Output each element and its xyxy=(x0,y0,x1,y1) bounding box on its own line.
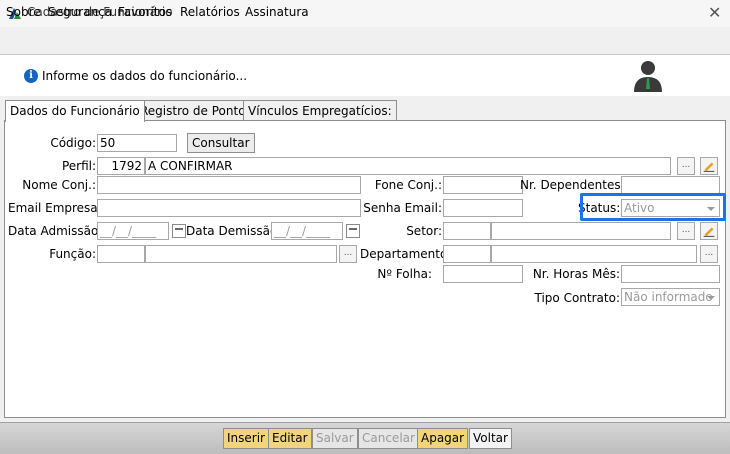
setor-name-field xyxy=(491,222,671,240)
cancelar-button[interactable]: Cancelar xyxy=(358,428,419,449)
setor-edit-pencil-icon[interactable] xyxy=(700,222,718,240)
consultar-button[interactable]: Consultar xyxy=(187,133,255,153)
menu-item-sobre[interactable]: Sobre xyxy=(6,5,41,19)
departamento-label: Departamento: xyxy=(360,247,452,261)
data-admissao-input[interactable]: __/__/____ xyxy=(97,222,169,240)
calendar-icon[interactable] xyxy=(346,224,360,238)
nome-conj-input[interactable] xyxy=(97,176,361,194)
departamento-name-field xyxy=(491,245,697,263)
perfil-code-input[interactable]: 1792 xyxy=(97,157,145,175)
nr-horas-mes-label: Nr. Horas Mês: xyxy=(532,267,620,281)
menu-item-relatorios[interactable]: Relatórios xyxy=(180,5,240,19)
data-demissao-label: Data Demissão: xyxy=(186,224,282,238)
salvar-button[interactable]: Salvar xyxy=(312,428,358,449)
nome-conj-label: Nome Conj.: xyxy=(22,178,96,192)
departamento-code-input[interactable] xyxy=(443,245,491,263)
status-highlight-box xyxy=(580,193,726,221)
user-avatar-icon xyxy=(634,61,662,92)
info-bar: i Informe os dados do funcionário... xyxy=(0,54,730,96)
email-empresa-input[interactable] xyxy=(97,199,361,217)
calendar-icon[interactable] xyxy=(172,224,186,238)
perfil-name-field: A CONFIRMAR xyxy=(145,157,671,175)
codigo-label: Código: xyxy=(50,136,96,150)
inserir-button[interactable]: Inserir xyxy=(223,428,269,449)
senha-email-input[interactable] xyxy=(443,199,523,217)
menu-item-assinatura[interactable]: Assinatura xyxy=(245,5,309,19)
funcao-code-input[interactable] xyxy=(97,245,145,263)
perfil-search-button[interactable]: ... xyxy=(677,157,695,175)
tab-registro-pontos[interactable]: Registro de Pontos xyxy=(135,100,257,121)
tab-vinculos-empregaticios[interactable]: Vínculos Empregatícios: xyxy=(243,100,397,121)
apagar-button[interactable]: Apagar xyxy=(417,428,469,449)
setor-search-button[interactable]: ... xyxy=(677,222,695,240)
tab-dados-funcionario[interactable]: Dados do Funcionário xyxy=(5,100,145,122)
setor-code-input[interactable] xyxy=(443,222,491,240)
perfil-edit-pencil-icon[interactable] xyxy=(700,157,718,175)
tipo-contrato-select[interactable]: Não informado xyxy=(621,288,720,306)
info-icon: i xyxy=(24,69,38,83)
fone-conj-label: Fone Conj.: xyxy=(374,178,442,192)
nr-dependentes-label: Nr. Dependentes.: xyxy=(520,178,629,192)
nr-dependentes-input[interactable] xyxy=(621,176,720,194)
funcao-search-button[interactable]: ... xyxy=(339,245,357,263)
editar-button[interactable]: Editar xyxy=(268,428,312,449)
fone-conj-input[interactable] xyxy=(443,176,523,194)
perfil-label: Perfil: xyxy=(61,159,96,173)
email-empresa-label: Email Empresa: xyxy=(8,201,102,215)
tipo-contrato-value: Não informado xyxy=(624,290,713,304)
n-folha-label: Nº Folha: xyxy=(377,267,432,281)
menu-item-favoritos[interactable]: Favoritos xyxy=(118,5,172,19)
nr-horas-mes-input[interactable] xyxy=(621,265,720,283)
funcao-name-field xyxy=(145,245,337,263)
voltar-button[interactable]: Voltar xyxy=(469,428,512,449)
setor-label: Setor: xyxy=(406,224,442,238)
funcao-label: Função: xyxy=(49,247,96,261)
codigo-input[interactable]: 50 xyxy=(97,134,177,152)
senha-email-label: Senha Email: xyxy=(363,201,442,215)
menu-bar xyxy=(0,30,730,54)
close-icon[interactable]: ✕ xyxy=(708,3,721,22)
tipo-contrato-label: Tipo Contrato: xyxy=(534,291,620,305)
departamento-search-button[interactable]: ... xyxy=(700,245,718,263)
data-admissao-label: Data Admissão: xyxy=(8,224,103,238)
info-message: Informe os dados do funcionário... xyxy=(42,69,248,83)
n-folha-input[interactable] xyxy=(443,265,523,283)
chevron-down-icon xyxy=(707,296,715,300)
data-demissao-input[interactable]: __/__/____ xyxy=(271,222,343,240)
menu-item-seguranca[interactable]: Segurança xyxy=(48,5,112,19)
